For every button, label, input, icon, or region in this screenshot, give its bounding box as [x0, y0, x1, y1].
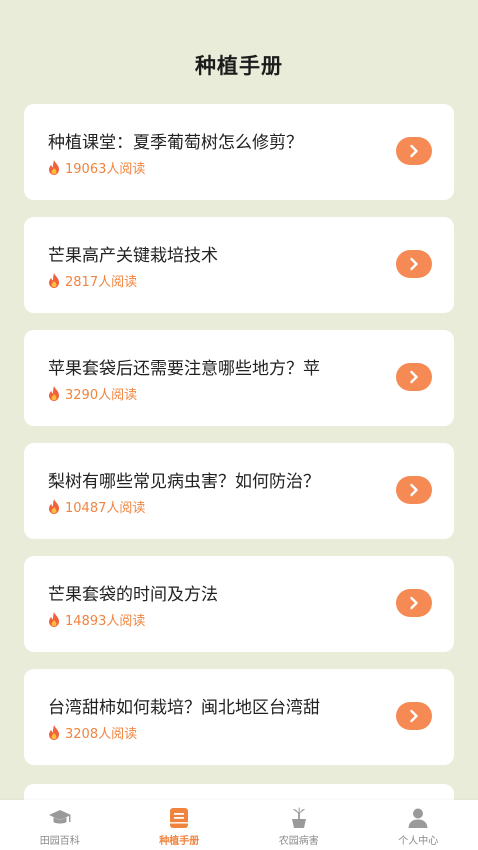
chevron-right-icon: [410, 483, 418, 497]
article-title: 芒果套袋的时间及方法: [48, 585, 218, 605]
read-count: 10487人阅读: [65, 501, 146, 516]
article-meta: 19063人阅读: [48, 158, 145, 177]
open-article-button[interactable]: [396, 250, 432, 278]
fire-icon: [48, 499, 60, 514]
read-count: 3208人阅读: [65, 727, 138, 742]
open-article-button[interactable]: [396, 589, 432, 617]
plant-pot-icon: [287, 807, 311, 829]
article-card[interactable]: 种植课堂：夏季葡萄树怎么修剪？ 19063人阅读: [24, 104, 454, 200]
article-card[interactable]: 芒果套袋的时间及方法 14893人阅读: [24, 556, 454, 652]
article-card[interactable]: 芒果高产关键栽培技术 2817人阅读: [24, 217, 454, 313]
tab-personal-center[interactable]: 个人中心: [359, 800, 478, 850]
article-title: 芒果高产关键栽培技术: [48, 246, 218, 266]
chevron-right-icon: [410, 709, 418, 723]
tab-garden-encyclopedia[interactable]: 田园百科: [0, 800, 120, 850]
tab-label: 个人中心: [398, 836, 439, 847]
read-count: 3290人阅读: [65, 388, 138, 403]
article-title: 苹果套袋后还需要注意哪些地方？苹: [48, 359, 320, 379]
article-list: 种植课堂：夏季葡萄树怎么修剪？ 19063人阅读 芒果高产关键栽培技术 2817…: [24, 104, 454, 782]
article-card[interactable]: 苹果套袋后还需要注意哪些地方？苹 3290人阅读: [24, 330, 454, 426]
article-meta: 3208人阅读: [48, 723, 137, 742]
article-meta: 3290人阅读: [48, 384, 137, 403]
article-card[interactable]: 梨树有哪些常见病虫害？如何防治？ 10487人阅读: [24, 443, 454, 539]
tab-garden-diseases[interactable]: 农园病害: [239, 800, 359, 850]
article-meta: 10487人阅读: [48, 497, 145, 516]
article-title: 种植课堂：夏季葡萄树怎么修剪？: [48, 133, 303, 153]
person-icon: [406, 807, 430, 829]
tab-label: 农园病害: [278, 836, 319, 847]
read-count: 14893人阅读: [65, 614, 146, 629]
book-icon: [167, 807, 191, 829]
open-article-button[interactable]: [396, 137, 432, 165]
article-title: 梨树有哪些常见病虫害？如何防治？: [48, 472, 320, 492]
bottom-tab-bar: 田园百科 种植手册 农园病害 个人中心: [0, 800, 478, 850]
chevron-right-icon: [410, 370, 418, 384]
fire-icon: [48, 160, 60, 175]
article-title: 台湾甜柿如何栽培？闽北地区台湾甜: [48, 698, 320, 718]
fire-icon: [48, 386, 60, 401]
open-article-button[interactable]: [396, 476, 432, 504]
tab-label: 种植手册: [159, 836, 200, 847]
read-count: 19063人阅读: [65, 162, 146, 177]
graduation-cap-icon: [48, 807, 72, 829]
article-meta: 2817人阅读: [48, 271, 137, 290]
read-count: 2817人阅读: [65, 275, 138, 290]
tab-label: 田园百科: [39, 836, 80, 847]
article-card[interactable]: 台湾甜柿如何栽培？闽北地区台湾甜 3208人阅读: [24, 669, 454, 765]
tab-planting-manual[interactable]: 种植手册: [120, 800, 240, 850]
chevron-right-icon: [410, 257, 418, 271]
fire-icon: [48, 725, 60, 740]
chevron-right-icon: [410, 144, 418, 158]
chevron-right-icon: [410, 596, 418, 610]
open-article-button[interactable]: [396, 363, 432, 391]
fire-icon: [48, 612, 60, 627]
page-title: 种植手册: [195, 54, 283, 78]
fire-icon: [48, 273, 60, 288]
open-article-button[interactable]: [396, 702, 432, 730]
article-meta: 14893人阅读: [48, 610, 145, 629]
